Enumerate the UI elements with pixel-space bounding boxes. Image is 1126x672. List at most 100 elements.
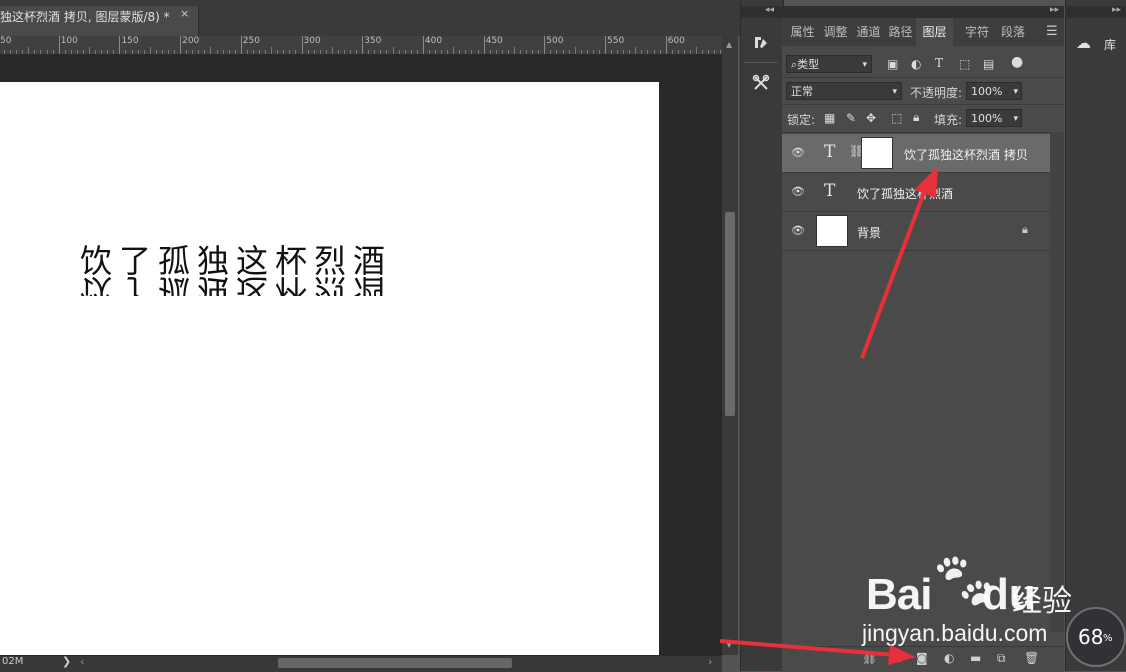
- close-tab-icon[interactable]: ×: [180, 7, 189, 20]
- status-menu-icon[interactable]: ❯: [62, 655, 71, 668]
- creative-cloud-icon[interactable]: ☁: [1076, 34, 1091, 52]
- new-layer-icon[interactable]: ⧉: [997, 651, 1006, 666]
- scroll-right-icon[interactable]: ›: [708, 655, 712, 668]
- ruler-tick-label: 300: [301, 36, 321, 54]
- ruler-minor-tick: [271, 47, 273, 54]
- collapse-icon[interactable]: ◂◂: [765, 5, 774, 15]
- library-panel: [1065, 0, 1126, 671]
- lock-position-icon[interactable]: ✥: [866, 111, 876, 125]
- ruler-minor-tick: [204, 50, 206, 54]
- ruler-minor-tick: [538, 50, 540, 54]
- document-tab-title[interactable]: 独这杯烈酒 拷贝, 图层蒙版/8) *: [0, 8, 170, 25]
- fx-icon[interactable]: fx: [890, 651, 901, 665]
- ruler-minor-tick: [307, 50, 309, 54]
- strip-header: [740, 6, 782, 18]
- library-label[interactable]: 库: [1104, 36, 1116, 53]
- reflection-mask: [78, 296, 398, 336]
- lock-all-icon[interactable]: 🔒︎: [913, 110, 919, 125]
- ruler-minor-tick: [513, 47, 515, 54]
- lock-transparency-icon[interactable]: ▦: [824, 111, 835, 125]
- vertical-scroll-thumb[interactable]: [725, 212, 735, 416]
- layer-name[interactable]: 背景: [857, 224, 881, 241]
- ruler-minor-tick: [471, 50, 473, 54]
- eye-icon[interactable]: 👁︎: [791, 185, 805, 198]
- history-brush-icon[interactable]: [748, 30, 774, 56]
- ruler-minor-tick: [653, 50, 655, 54]
- document-canvas[interactable]: [0, 82, 659, 655]
- ruler-minor-tick: [107, 50, 109, 54]
- collapse-icon[interactable]: ▸▸: [1112, 5, 1121, 15]
- text-layer-icon: T: [824, 181, 836, 201]
- folder-icon[interactable]: ▬: [970, 651, 981, 665]
- ruler-minor-tick: [246, 50, 248, 54]
- ruler-tick-label: 450: [483, 36, 503, 54]
- filter-pixel-icon[interactable]: ▣: [887, 57, 898, 71]
- link-icon[interactable]: ⛓: [862, 651, 877, 665]
- ruler-minor-tick: [629, 50, 631, 54]
- eye-icon[interactable]: 👁︎: [791, 224, 805, 237]
- tab-character[interactable]: 字符: [959, 18, 995, 46]
- tools-icon[interactable]: [748, 70, 774, 96]
- watermark-url: jingyan.baidu.com: [862, 620, 1048, 646]
- ruler-minor-tick: [283, 50, 285, 54]
- tab-properties[interactable]: 属性: [786, 18, 819, 46]
- layer-mask-thumbnail[interactable]: [861, 137, 893, 169]
- filter-type-icon[interactable]: T: [935, 56, 943, 70]
- scroll-left-icon[interactable]: ‹: [80, 655, 84, 668]
- eye-icon[interactable]: 👁︎: [791, 146, 805, 159]
- adjustment-icon[interactable]: ◐: [944, 651, 954, 665]
- trash-icon[interactable]: 🗑︎: [1024, 651, 1039, 665]
- panel-divider: [782, 132, 1064, 133]
- lock-icon: 🔒︎: [1022, 223, 1028, 236]
- tab-adjustments[interactable]: 调整: [819, 18, 852, 46]
- ruler-minor-tick: [356, 50, 358, 54]
- ruler-tick-label: 150: [119, 36, 139, 54]
- ruler-minor-tick: [374, 50, 376, 54]
- ruler-minor-tick: [708, 50, 710, 54]
- layer-row[interactable]: 👁︎ T ⛓ 饮了孤独这杯烈酒 拷贝: [782, 134, 1050, 173]
- scroll-down-icon[interactable]: ▼: [726, 640, 732, 649]
- ruler-minor-tick: [447, 50, 449, 54]
- horizontal-scroll-thumb[interactable]: [278, 658, 512, 668]
- blend-mode-select[interactable]: 正常 ▾: [786, 82, 902, 100]
- fill-input[interactable]: 100% ▾: [966, 109, 1022, 127]
- ruler-tick-label: 500: [544, 36, 564, 54]
- tab-layers[interactable]: 图层: [916, 18, 953, 46]
- ruler-minor-tick: [89, 47, 91, 54]
- ruler-minor-tick: [234, 50, 236, 54]
- mask-icon[interactable]: ◙: [916, 651, 928, 665]
- filter-smart-object-icon[interactable]: ▤: [983, 57, 994, 71]
- ruler-minor-tick: [337, 50, 339, 54]
- ruler-minor-tick: [40, 50, 42, 54]
- panel-menu-icon[interactable]: ☰: [1046, 24, 1058, 39]
- ruler-minor-tick: [82, 50, 84, 54]
- tab-channels[interactable]: 通道: [852, 18, 885, 46]
- ruler-minor-tick: [586, 50, 588, 54]
- lock-pixels-icon[interactable]: ✎: [846, 111, 856, 125]
- layer-row[interactable]: 👁︎ T 饮了孤独这杯烈酒: [782, 173, 1050, 212]
- scroll-up-icon[interactable]: ▲: [726, 40, 732, 49]
- tab-paragraph[interactable]: 段落: [995, 18, 1031, 46]
- ruler-minor-tick: [16, 50, 18, 54]
- layer-filter-select[interactable]: ⌕类型 ▾: [786, 55, 872, 73]
- ruler-minor-tick: [265, 50, 267, 54]
- ruler-minor-tick: [659, 50, 661, 54]
- ruler-minor-tick: [10, 50, 12, 54]
- layers-scroll-track: [1050, 132, 1064, 632]
- panel-divider: [782, 77, 1064, 78]
- fill-value: 100%: [971, 112, 1003, 125]
- layer-row[interactable]: 👁︎ 背景 🔒︎: [782, 212, 1050, 251]
- collapse-icon[interactable]: ▸▸: [1050, 5, 1059, 15]
- ruler-minor-tick: [319, 50, 321, 54]
- filter-toggle-icon[interactable]: ●: [1011, 54, 1023, 70]
- filter-adjustment-icon[interactable]: ◐: [911, 57, 921, 71]
- layer-name[interactable]: 饮了孤独这杯烈酒 拷贝: [904, 146, 1028, 163]
- tab-paths[interactable]: 路径: [885, 18, 916, 46]
- ruler-minor-tick: [46, 50, 48, 54]
- lock-artboard-icon[interactable]: ⬚: [891, 111, 902, 125]
- filter-shape-icon[interactable]: ⬚: [959, 57, 970, 71]
- layer-thumbnail[interactable]: [816, 215, 848, 247]
- ruler-minor-tick: [368, 50, 370, 54]
- layer-name[interactable]: 饮了孤独这杯烈酒: [857, 185, 953, 202]
- opacity-input[interactable]: 100% ▾: [966, 82, 1022, 100]
